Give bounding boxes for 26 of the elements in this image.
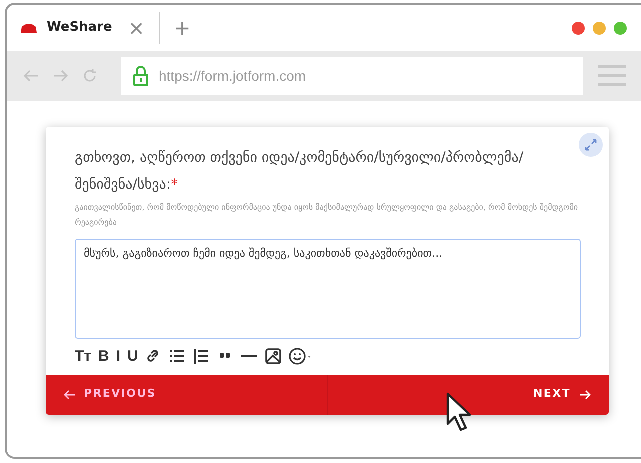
lock-icon	[133, 65, 149, 87]
logo-icon	[19, 21, 39, 35]
browser-tab[interactable]: WeShare ×	[19, 18, 155, 38]
url-text: https://form.jotform.com	[159, 66, 306, 86]
window-dot[interactable]	[614, 22, 627, 34]
numbered-list-icon[interactable]	[193, 348, 210, 365]
required-mark: *	[171, 176, 178, 193]
image-icon[interactable]	[265, 348, 282, 365]
bullet-list-icon[interactable]	[169, 348, 186, 365]
window-dot[interactable]	[572, 22, 585, 34]
new-tab-button[interactable]: +	[170, 18, 195, 38]
format-button[interactable]: I	[116, 348, 121, 364]
emoji-icon[interactable]	[289, 348, 312, 365]
format-button[interactable]: Tт	[75, 348, 92, 364]
window-dot[interactable]	[593, 22, 606, 34]
question-label: გთხოვთ, აღწეროთ თქვენი იდეა/კომენტარი/სურვილი/პრობლემა/შენიშვნა/სხვა:*	[75, 149, 525, 195]
format-button[interactable]: U	[128, 348, 138, 364]
hint-text: გაითვალისწინეთ, რომ მოწოდებული ინფორმაცია უნდა იყოს მაქსიმალურად სრულყოფილი და გასაგები, რომ მოხდეს შემდგომი რეაგირება	[75, 202, 580, 230]
right-arrow-icon	[579, 390, 591, 400]
expand-icon	[585, 139, 597, 151]
answer-field[interactable]: მსურს, გაგიზიაროთ ჩემი იდეა შემდეგ, საკითხთან დაკავშირებით...	[75, 238, 581, 339]
close-tab-button[interactable]: ×	[124, 18, 149, 38]
expand-button[interactable]	[579, 133, 603, 157]
left-arrow-icon	[64, 390, 76, 400]
format-button[interactable]: B	[98, 348, 110, 364]
tab-title: WeShare	[47, 19, 114, 38]
